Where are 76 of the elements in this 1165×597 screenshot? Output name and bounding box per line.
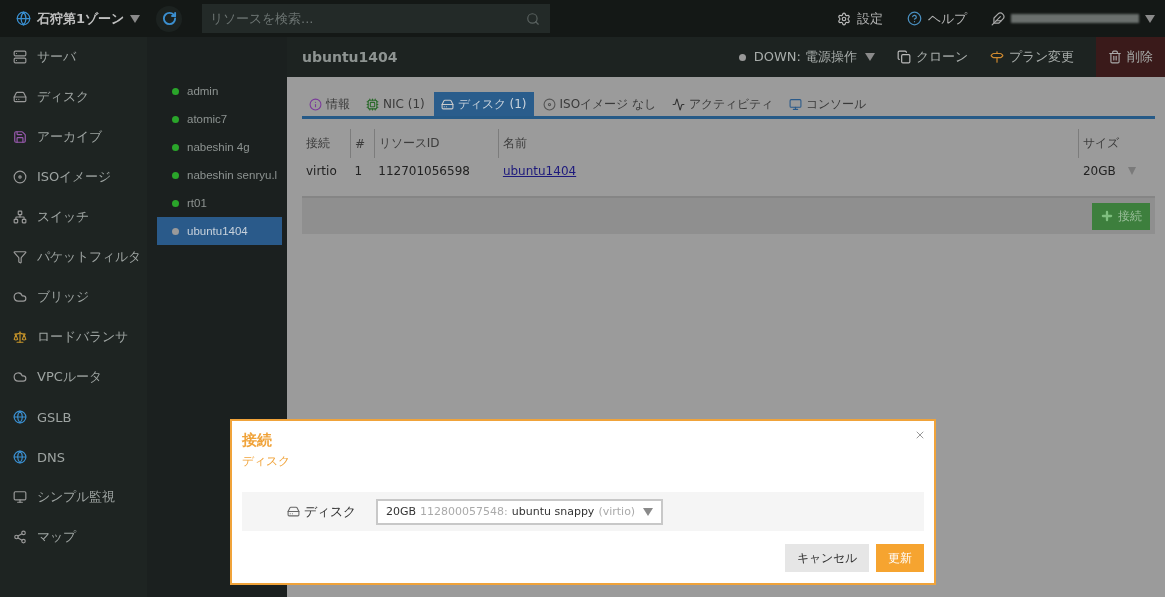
info-icon (309, 97, 322, 111)
sidebar-item[interactable]: マップ (0, 517, 147, 557)
server-item[interactable]: ubuntu1404 (157, 217, 282, 245)
scales-icon (13, 330, 27, 344)
delete-button[interactable]: 削除 (1096, 37, 1165, 77)
refresh-button[interactable] (156, 5, 182, 32)
server-item[interactable]: admin (157, 77, 282, 105)
server-item[interactable]: nabeshin 4g (157, 133, 282, 161)
globe-icon (16, 11, 31, 26)
caret-icon (1127, 167, 1136, 175)
disk-name-link[interactable]: ubuntu1404 (502, 164, 577, 178)
nodes-icon (13, 530, 27, 544)
user-menu[interactable] (991, 11, 1155, 26)
globe-icon (13, 410, 27, 424)
tab[interactable]: コンソール (781, 92, 873, 116)
field-label: ディスク (287, 502, 356, 521)
server-title: ubuntu1404 (302, 49, 399, 65)
globe-icon (13, 450, 27, 464)
tab[interactable]: 情報 (302, 92, 357, 116)
tab[interactable]: ISOイメージ なし (535, 92, 663, 116)
sidebar-item[interactable]: GSLB (0, 397, 147, 437)
floppy-icon (13, 130, 27, 144)
help-icon (907, 11, 922, 26)
dialog-title: 接続 (242, 431, 272, 450)
feather-icon (991, 11, 1005, 26)
sidebar-item[interactable]: サーバ (0, 37, 147, 77)
column-header: 接続 (302, 129, 351, 158)
help-link[interactable]: ヘルプ (907, 9, 967, 28)
sidebar-item[interactable]: アーカイブ (0, 117, 147, 157)
table-cell: 112701056598 (378, 164, 470, 178)
funnel-icon (13, 250, 27, 264)
sidebar-item[interactable]: パケットフィルタ (0, 237, 147, 277)
settings-link[interactable]: 設定 (837, 9, 883, 28)
cloud-icon (13, 370, 27, 384)
cancel-button[interactable]: キャンセル (785, 544, 869, 572)
refresh-icon (161, 11, 177, 26)
column-header: リソースID (374, 129, 499, 158)
trash-icon (1108, 50, 1122, 64)
column-header: 名前 (498, 129, 1079, 158)
table-cell: 1 (354, 164, 363, 178)
table-cell: virtio (306, 164, 337, 178)
sidebar-item[interactable]: ロードバランサ (0, 317, 147, 357)
plus-icon (1100, 209, 1114, 223)
cloud-icon (13, 290, 27, 304)
copy-icon (897, 50, 911, 64)
table-cell: 20GB (1082, 164, 1116, 178)
disc-icon (13, 170, 27, 184)
power-menu[interactable]: DOWN: 電源操作 (738, 48, 875, 66)
server-icon (13, 50, 27, 64)
tab[interactable]: アクティビティ (664, 92, 780, 116)
column-header: # (350, 129, 375, 158)
tab[interactable]: NIC (1) (359, 92, 432, 116)
column-header: サイズ (1078, 129, 1155, 158)
server-item[interactable]: rt01 (157, 189, 282, 217)
sidebar-item[interactable]: ISOイメージ (0, 157, 147, 197)
plan-change-button[interactable]: プラン変更 (990, 37, 1074, 77)
tab[interactable]: ディスク (1) (433, 92, 534, 116)
search-icon (526, 12, 540, 26)
zone-selector[interactable]: 石狩第1ゾーン (16, 9, 146, 28)
sidebar-item[interactable]: ブリッジ (0, 277, 147, 317)
clone-button[interactable]: クローン (897, 37, 968, 77)
sidebar-item[interactable]: スイッチ (0, 197, 147, 237)
sidebar-item[interactable]: VPCルータ (0, 357, 147, 397)
sidebar-item[interactable]: ディスク (0, 77, 147, 117)
server-item[interactable]: nabeshin senryu.l (157, 161, 282, 189)
signpost-icon (990, 50, 1004, 64)
sidebar-item[interactable]: シンプル監視 (0, 477, 147, 517)
settings-icon (837, 11, 851, 26)
switch-icon (13, 210, 27, 224)
close-button[interactable] (914, 429, 926, 441)
sidebar-item[interactable]: DNS (0, 437, 147, 477)
disk-select[interactable]: 20GB 112800057548: ubuntu snappy (virtio) (376, 498, 664, 525)
caret-icon (130, 14, 141, 23)
dialog-subtitle: ディスク (242, 453, 290, 470)
disc-icon (542, 97, 556, 111)
server-item[interactable]: atomic7 (157, 105, 282, 133)
